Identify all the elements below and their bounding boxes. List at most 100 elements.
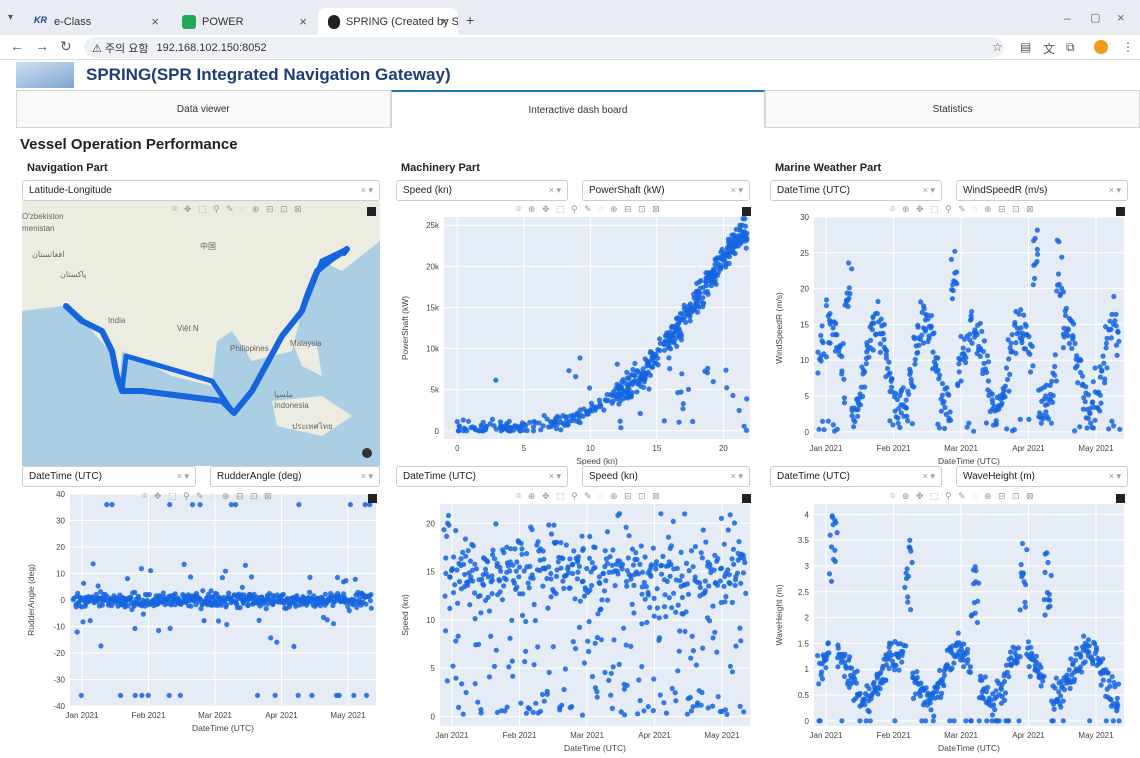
- close-tab-icon[interactable]: ×: [440, 14, 448, 29]
- security-warning-icon[interactable]: ⚠ 주의 요함: [92, 40, 148, 56]
- wx1-y-dropdown[interactable]: WindSpeedR (m/s) × ▾: [956, 180, 1128, 201]
- data-point: [998, 686, 1004, 692]
- modebar[interactable]: ⌾ ⊕ ✥ ⬚ ⚲ ✎ ◌ ⊕ ⊟ ⊡ ⊠: [516, 491, 662, 502]
- data-point: [968, 718, 974, 724]
- data-point: [984, 353, 990, 359]
- data-point: [963, 355, 969, 361]
- data-point: [523, 648, 529, 654]
- clear-chevron-icon[interactable]: × ▾: [731, 471, 743, 482]
- clear-chevron-icon[interactable]: × ▾: [177, 471, 189, 482]
- close-window-button[interactable]: ×: [1117, 10, 1125, 25]
- extensions-icon[interactable]: ⧉: [1066, 40, 1075, 55]
- data-point: [1007, 371, 1013, 377]
- reload-icon[interactable]: ↻: [60, 38, 72, 55]
- data-point: [965, 657, 971, 663]
- speed-time-chart[interactable]: 0 5 10 15 20 Speed (kn) DateTime (UTC) Jan 2021…: [396, 488, 756, 753]
- clear-chevron-icon[interactable]: × ▾: [923, 471, 935, 482]
- nav2-y-dropdown[interactable]: RudderAngle (deg) × ▾: [210, 466, 380, 487]
- plotly-logo-icon[interactable]: [367, 207, 376, 216]
- data-point: [587, 533, 593, 540]
- close-tab-icon[interactable]: ×: [299, 14, 307, 29]
- mach1-x-dropdown[interactable]: Speed (kn) × ▾: [396, 180, 568, 201]
- data-point: [1042, 569, 1048, 575]
- data-point: [1103, 345, 1109, 351]
- nav2-x-dropdown[interactable]: DateTime (UTC) × ▾: [22, 466, 196, 487]
- plotly-logo-icon[interactable]: [368, 494, 377, 503]
- bookmark-star-icon[interactable]: ☆: [992, 40, 1003, 54]
- url-field[interactable]: ⚠ 주의 요함 192.168.102.150:8052: [84, 37, 1004, 58]
- modebar[interactable]: ⌾ ⊕ ✥ ⬚ ⚲ ✎ ◌ ⊕ ⊟ ⊡ ⊠: [516, 204, 662, 215]
- rudder-angle-chart[interactable]: -40 -30 -20 -10 0 10 20 30 40 RudderAngle (deg) Da…: [22, 488, 382, 753]
- browser-tab-eclass[interactable]: KR e-Class ×: [24, 8, 169, 35]
- data-point: [524, 551, 530, 557]
- speed-panel[interactable]: 0 5 10 15 20 Speed (kn) DateTime (UTC) Jan 2021…: [396, 488, 756, 753]
- data-point: [598, 606, 604, 612]
- wave-panel[interactable]: 0 0.5 1 1.5 2 2.5 3 3.5 4 WaveHeight (m) DateTime …: [770, 488, 1130, 753]
- nav-map-dropdown[interactable]: Latitude-Longitude × ▾: [22, 180, 380, 201]
- mach2-x-dropdown[interactable]: DateTime (UTC) × ▾: [396, 466, 568, 487]
- clear-chevron-icon[interactable]: × ▾: [361, 471, 373, 482]
- data-point: [854, 668, 860, 674]
- mach1-y-dropdown[interactable]: PowerShaft (kW) × ▾: [582, 180, 750, 201]
- data-point: [1047, 603, 1053, 609]
- wave-height-chart[interactable]: 0 0.5 1 1.5 2 2.5 3 3.5 4 WaveHeight (m) DateTime …: [770, 488, 1130, 753]
- minimize-button[interactable]: –: [1064, 11, 1071, 25]
- tab-list-dropdown-icon[interactable]: ▾: [8, 12, 13, 23]
- clear-chevron-icon[interactable]: × ▾: [549, 471, 561, 482]
- data-point: [307, 574, 313, 580]
- modebar[interactable]: ⌾ ⊕ ✥ ⬚ ⚲ ✎ ◌ ⊕ ⊟ ⊡ ⊠: [890, 204, 1036, 215]
- data-point: [562, 666, 568, 672]
- wx2-x-dropdown[interactable]: DateTime (UTC) × ▾: [770, 466, 942, 487]
- browser-tab-power[interactable]: POWER ×: [172, 8, 317, 35]
- route-map[interactable]: O'zbekiston menistan 中国 افغانستان پاکستان Ind…: [22, 201, 380, 466]
- menu-icon[interactable]: ⋮: [1122, 40, 1134, 54]
- data-point: [726, 572, 732, 578]
- clear-chevron-icon[interactable]: × ▾: [361, 185, 373, 196]
- data-point: [1055, 271, 1062, 277]
- browser-tab-spring[interactable]: SPRING (Created by SPR) ×: [318, 8, 458, 35]
- mach2-y-dropdown[interactable]: Speed (kn) × ▾: [582, 466, 750, 487]
- forward-icon[interactable]: →: [35, 38, 49, 54]
- profile-avatar[interactable]: [1094, 40, 1108, 54]
- plotly-logo-icon[interactable]: [742, 494, 751, 503]
- clear-chevron-icon[interactable]: × ▾: [731, 185, 743, 196]
- data-point: [460, 711, 466, 717]
- map-panel[interactable]: O'zbekiston menistan 中国 افغانستان پاکستان Ind…: [22, 201, 380, 466]
- data-point: [674, 565, 680, 571]
- data-point: [551, 522, 557, 528]
- plotly-logo-icon[interactable]: [1116, 207, 1125, 216]
- new-tab-button[interactable]: +: [466, 12, 474, 28]
- back-icon[interactable]: ←: [10, 38, 24, 54]
- wx2-y-dropdown[interactable]: WaveHeight (m) × ▾: [956, 466, 1128, 487]
- power-speed-panel[interactable]: 0 5k 10k 15k 20k 25k PowerShaft (kW) Speed (kn)…: [396, 201, 756, 466]
- translate-icon[interactable]: 文: [1043, 40, 1055, 57]
- data-point: [712, 277, 718, 283]
- data-point: [1114, 352, 1120, 358]
- clear-chevron-icon[interactable]: × ▾: [1109, 471, 1121, 482]
- close-tab-icon[interactable]: ×: [151, 14, 159, 29]
- modebar[interactable]: ⌾ ✥ ⬚ ⚲ ✎ ◌ ⊕ ⊟ ⊡ ⊠: [142, 491, 274, 502]
- plotly-logo-icon[interactable]: [1116, 494, 1125, 503]
- data-point: [1052, 363, 1058, 370]
- clear-chevron-icon[interactable]: × ▾: [923, 185, 935, 196]
- y-tick-label: 5: [805, 392, 810, 401]
- x-tick-label: Feb 2021: [132, 711, 166, 720]
- reader-icon[interactable]: ▤: [1020, 40, 1031, 54]
- plotly-logo-icon[interactable]: [742, 207, 751, 216]
- power-speed-chart[interactable]: 0 5k 10k 15k 20k 25k PowerShaft (kW) Speed (kn)…: [396, 201, 756, 466]
- rudder-panel[interactable]: -40 -30 -20 -10 0 10 20 30 40 RudderAngle (deg) Da…: [22, 488, 382, 753]
- data-point: [657, 336, 663, 342]
- wind-panel[interactable]: 0 5 10 15 20 25 30 WindSpeedR (m/s) DateTime (UT…: [770, 201, 1130, 466]
- maximize-button[interactable]: ▢: [1090, 11, 1100, 24]
- modebar[interactable]: ⌾ ✥ ⬚ ⚲ ✎ ◌ ⊕ ⊟ ⊡ ⊠: [172, 204, 304, 215]
- wx1-x-dropdown[interactable]: DateTime (UTC) × ▾: [770, 180, 942, 201]
- tab-data-viewer[interactable]: Data viewer: [16, 90, 391, 128]
- data-point: [632, 360, 638, 367]
- modebar[interactable]: ⌾ ⊕ ✥ ⬚ ⚲ ✎ ◌ ⊕ ⊟ ⊡ ⊠: [890, 491, 1036, 502]
- data-point: [608, 670, 614, 676]
- tab-interactive-dashboard[interactable]: Interactive dash board: [390, 90, 766, 128]
- wind-speed-chart[interactable]: 0 5 10 15 20 25 30 WindSpeedR (m/s) DateTime (UT…: [770, 201, 1130, 466]
- tab-statistics[interactable]: Statistics: [765, 90, 1140, 128]
- clear-chevron-icon[interactable]: × ▾: [1109, 185, 1121, 196]
- clear-chevron-icon[interactable]: × ▾: [549, 185, 561, 196]
